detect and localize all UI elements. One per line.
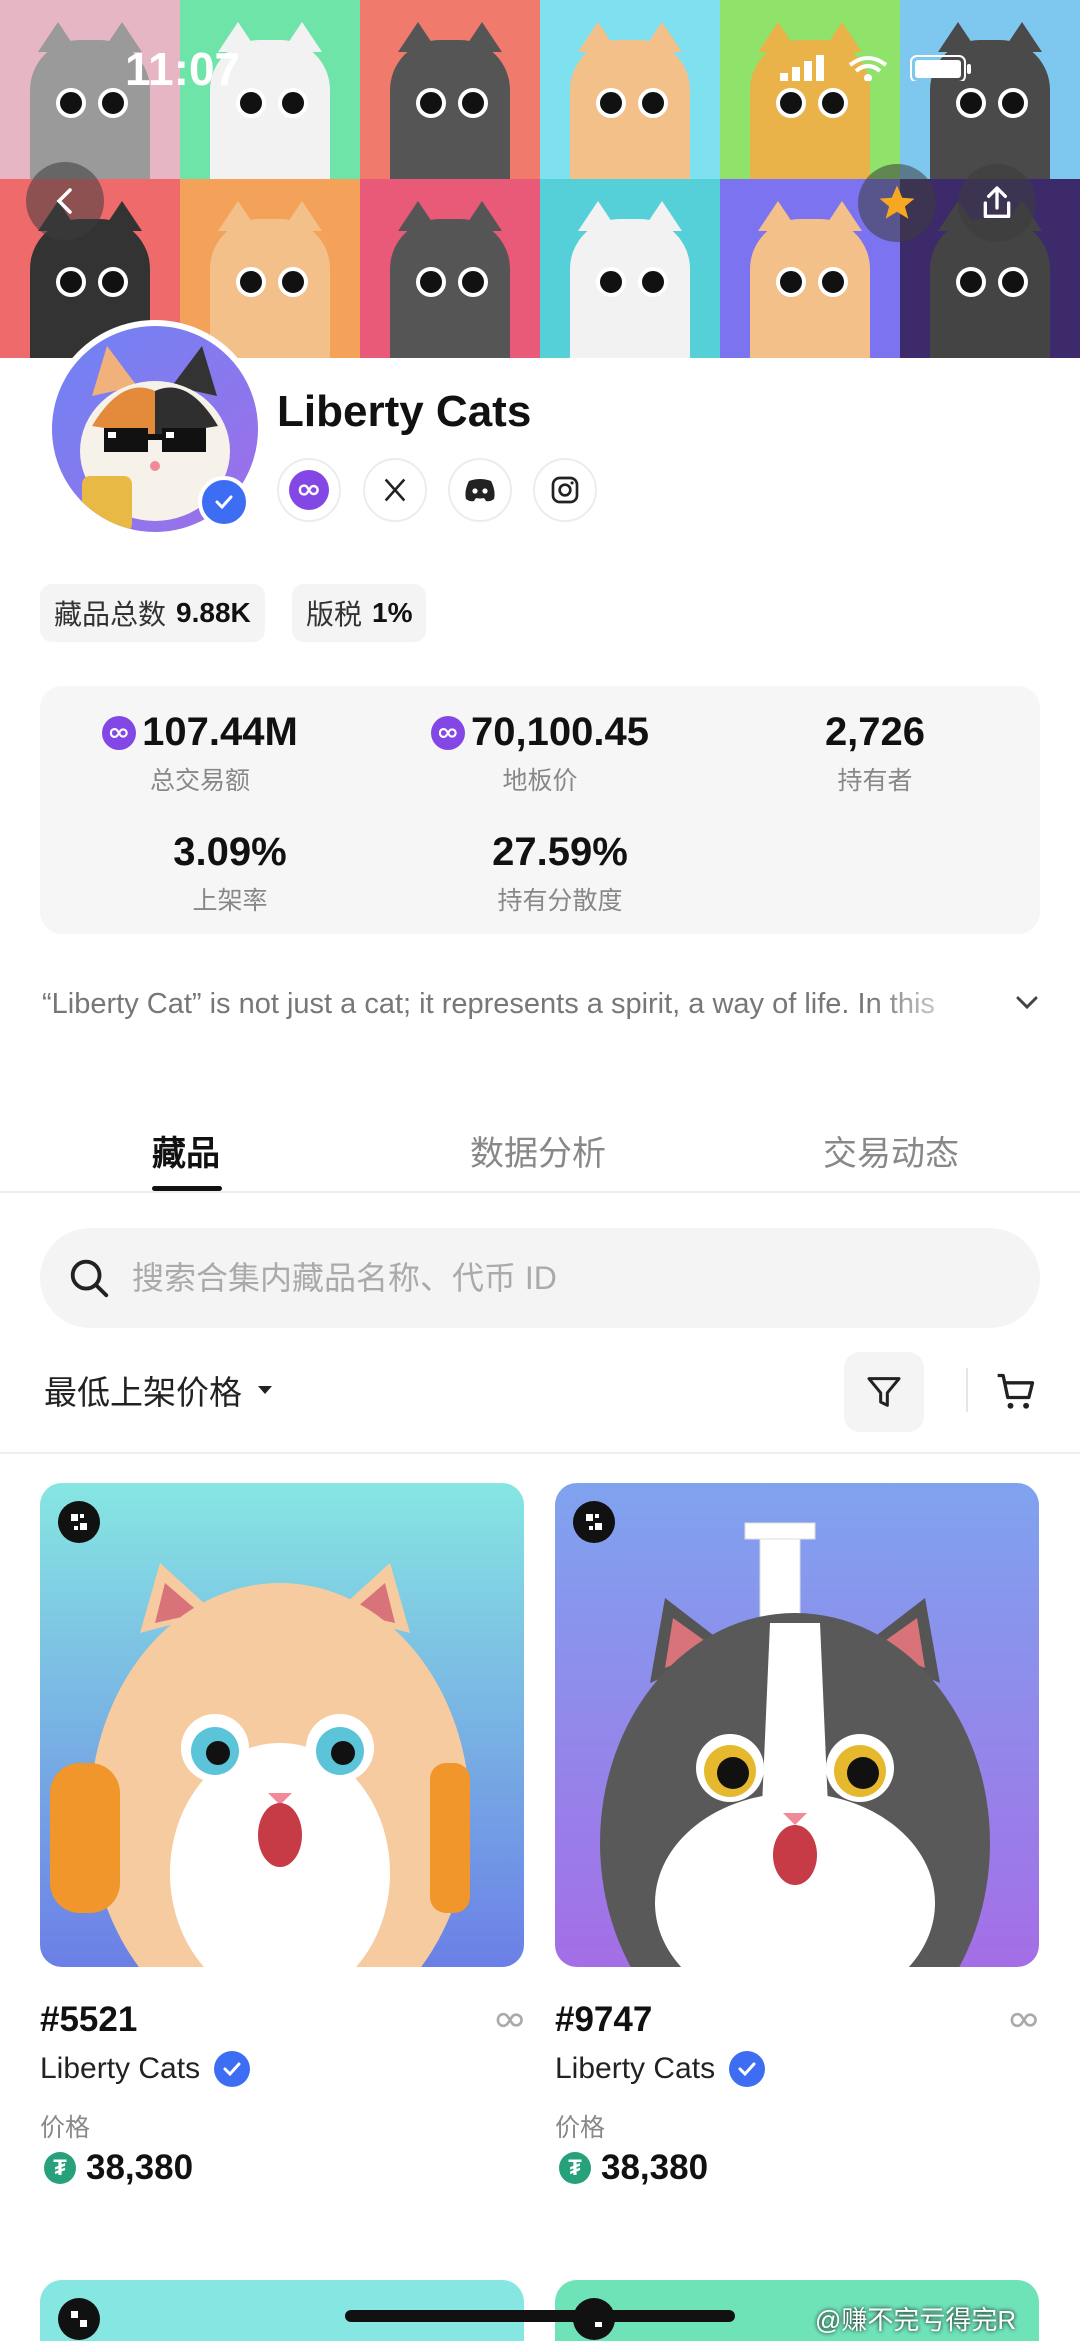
chain-icon [58,2298,100,2340]
stat-distribution-value: 27.59% [492,830,628,874]
nft-price-value: 38,380 [601,2148,709,2187]
share-button[interactable] [958,164,1036,242]
nft-token-id[interactable]: #9747 [555,2000,652,2040]
royalty-chip: 版税 1% [292,584,427,642]
battery-icon [910,55,971,81]
royalty-value: 1% [372,597,413,628]
total-items-value: 9.88K [176,597,251,628]
tab-collection[interactable]: 藏品 [152,1126,220,1175]
stat-holders-label: 持有者 [837,767,913,795]
divider [966,1368,968,1412]
royalty-label: 版税 [306,599,363,630]
search-icon [70,1259,109,1298]
search-box[interactable] [40,1228,1040,1328]
verified-icon [198,476,250,528]
tab-activity[interactable]: 交易动态 [823,1126,959,1175]
nft-card-image[interactable] [555,1483,1039,1967]
instagram-icon [551,476,579,504]
discord-icon [465,479,495,502]
polygon-icon [289,470,329,510]
instagram-link[interactable] [533,458,597,522]
stat-listed: 3.09% 上架率 [150,830,310,917]
polygon-icon [431,715,466,750]
share-icon [983,186,1011,218]
chain-icon [58,1501,100,1543]
verified-icon [729,2051,766,2087]
polygon-icon [102,715,137,750]
divider [0,1452,1080,1454]
total-items-label: 藏品总数 [54,599,167,630]
banner-tile [540,179,720,358]
home-indicator[interactable] [345,2310,735,2322]
signal-icon [780,55,824,81]
x-link[interactable] [363,458,427,522]
nft-collection: Liberty Cats [555,2051,766,2087]
back-button[interactable] [26,162,104,240]
banner-tile [720,0,900,179]
stat-floor-value: 70,100.45 [471,710,649,754]
cart-icon [997,1373,1035,1409]
watermark-text: @赚不完亏得完R [815,2305,1017,2335]
stat-holders-value: 2,726 [824,710,926,754]
discord-link[interactable] [448,458,512,522]
usdt-icon: ₮ [559,2152,591,2184]
cart-button[interactable] [990,1366,1042,1418]
nft-collection: Liberty Cats [40,2051,251,2087]
divider [0,1191,1080,1193]
stat-distribution-label: 持有分散度 [497,887,623,915]
search-input[interactable] [130,1258,994,1298]
nft-card-image[interactable] [40,1483,524,1967]
favorite-button[interactable] [858,164,936,242]
chevron-left-icon [56,188,72,214]
nft-token-id[interactable]: #5521 [40,2000,137,2040]
polygon-icon [1010,2012,1037,2028]
nft-price-value: 38,380 [86,2148,194,2187]
total-items-chip: 藏品总数 9.88K [40,584,265,642]
stat-listed-value: 3.09% [173,830,287,874]
nft-collection-name: Liberty Cats [555,2052,716,2085]
x-icon [384,478,406,502]
caret-down-icon [258,1386,272,1394]
polygon-icon [496,2012,523,2028]
stat-volume-label: 总交易额 [149,767,250,795]
filter-button[interactable] [844,1352,924,1432]
stat-listed-label: 上架率 [192,887,268,915]
banner-tile [360,0,540,179]
stats-card: 107.44M 总交易额 70,100.45 地板价 2,726 持有者 3.0… [40,686,1040,934]
stat-volume: 107.44M 总交易额 [100,710,300,797]
collection-title: Liberty Cats [277,387,532,436]
nft-price-label: 价格 [40,2114,91,2142]
banner-tile [180,179,360,358]
sort-label: 最低上架价格 [44,1374,242,1411]
stat-volume-value: 107.44M [142,710,298,754]
banner-tile [900,0,1080,179]
stat-holders: 2,726 持有者 [800,710,950,797]
star-icon [879,185,915,219]
polygon-link[interactable] [277,458,341,522]
nft-collection-name: Liberty Cats [40,2052,201,2085]
stat-distribution: 27.59% 持有分散度 [470,830,650,917]
chain-icon [573,1501,615,1543]
verified-icon [214,2051,251,2087]
stat-floor-label: 地板价 [502,767,578,795]
nft-price-label: 价格 [555,2114,606,2142]
banner-tile [540,0,720,179]
usdt-icon: ₮ [44,2152,76,2184]
filter-icon [867,1377,901,1407]
nft-price: ₮ 38,380 [559,2148,708,2188]
banner-tile [360,179,540,358]
cat-nft-image [50,1563,470,1967]
sort-select[interactable]: 最低上架价格 [44,1366,276,1414]
wifi-icon [848,56,888,81]
collection-description: “Liberty Cat” is not just a cat; it repr… [42,988,935,1020]
tab-analytics[interactable]: 数据分析 [470,1126,606,1175]
nft-price: ₮ 38,380 [44,2148,193,2188]
stat-floor: 70,100.45 地板价 [415,710,665,797]
cat-nft-image [600,1522,990,1967]
status-time: 11:07 [125,43,241,95]
chevron-down-icon[interactable] [1012,988,1042,1018]
